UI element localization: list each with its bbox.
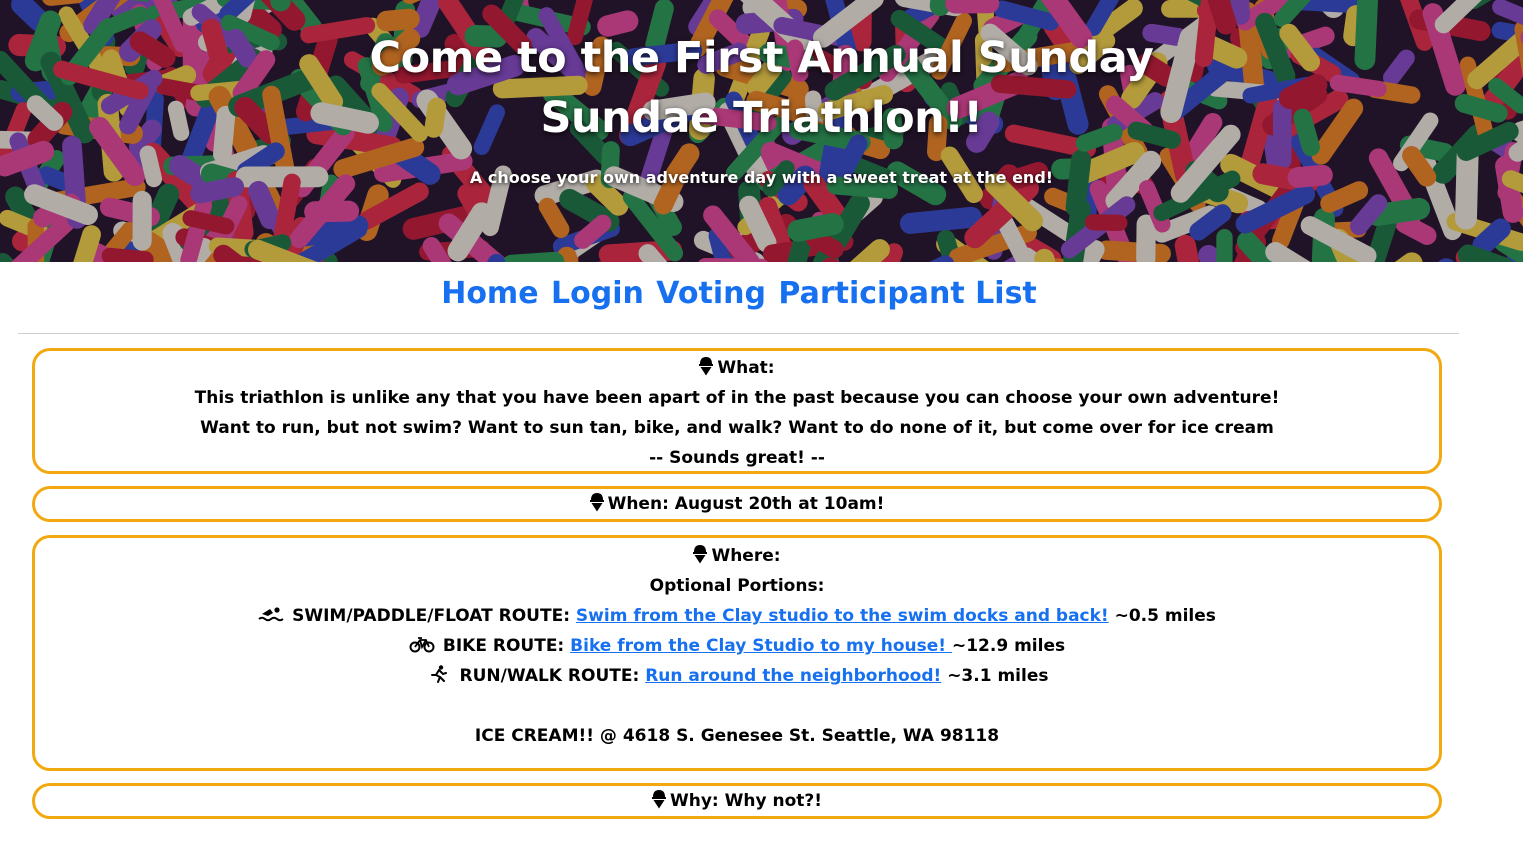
page-subtitle: A choose your own adventure day with a s… [469,168,1054,187]
bike-route-row: BIKE ROUTE: Bike from the Clay Studio to… [35,631,1439,661]
main-nav: Home Login Voting Participant List [0,272,1478,316]
runner-icon [430,665,447,683]
what-line-3: -- Sounds great! -- [649,448,825,468]
when-text: When: August 20th at 10am! [607,494,885,514]
where-spacer [35,691,1439,721]
swim-route-link[interactable]: Swim from the Clay studio to the swim do… [576,606,1109,626]
what-heading: What: [717,358,775,378]
swimmer-icon [258,607,284,622]
when-row: When: August 20th at 10am! [35,489,1439,519]
what-line-1: This triathlon is unlike any that you ha… [194,388,1280,408]
what-card: What: This triathlon is unlike any that … [32,348,1442,474]
swim-route-row: SWIM/PADDLE/FLOAT ROUTE: Swim from the C… [35,601,1439,631]
bicycle-icon [409,637,435,653]
why-card: Why: Why not?! [32,783,1442,819]
what-heading-row: What: [35,353,1439,383]
why-text: Why: Why not?! [669,791,823,811]
where-heading: Where: [711,546,781,566]
nav-home-link[interactable]: Home [441,276,538,311]
nav-divider [18,333,1459,334]
bike-route-label: BIKE ROUTE: [442,636,565,656]
swim-route-label: SWIM/PADDLE/FLOAT ROUTE: [292,606,570,626]
bike-route-distance: ~12.9 miles [951,636,1066,656]
nav-login-link[interactable]: Login [551,276,644,311]
hero-banner: Come to the First Annual Sunday Sundae T… [0,0,1523,262]
what-line-2: Want to run, but not swim? Want to sun t… [200,418,1274,438]
where-heading-row: Where: [35,541,1439,571]
ice-cream-cone-icon [693,545,708,564]
ice-cream-cone-icon [589,493,604,512]
run-route-label: RUN/WALK ROUTE: [459,666,640,686]
when-card: When: August 20th at 10am! [32,486,1442,522]
where-card: Where: Optional Portions: SWIM/PADDLE/FL… [32,535,1442,771]
page-title: Come to the First Annual Sunday Sundae T… [369,33,1154,143]
run-route-row: RUN/WALK ROUTE: Run around the neighborh… [35,661,1439,691]
ice-cream-cone-icon [651,790,666,809]
ice-cream-address: ICE CREAM!! @ 4618 S. Genesee St. Seattl… [474,726,1000,746]
nav-voting-link[interactable]: Voting [656,276,766,311]
hero-text: Come to the First Annual Sunday Sundae T… [0,0,1523,187]
why-row: Why: Why not?! [35,786,1439,816]
nav-participant-list-link[interactable]: Participant List [778,276,1036,311]
run-route-link[interactable]: Run around the neighborhood! [645,666,941,686]
swim-route-distance: ~0.5 miles [1114,606,1216,626]
run-route-distance: ~3.1 miles [947,666,1049,686]
ice-cream-cone-icon [699,357,714,376]
bike-route-link[interactable]: Bike from the Clay Studio to my house! [570,636,952,656]
optional-portions-label: Optional Portions: [649,576,825,596]
